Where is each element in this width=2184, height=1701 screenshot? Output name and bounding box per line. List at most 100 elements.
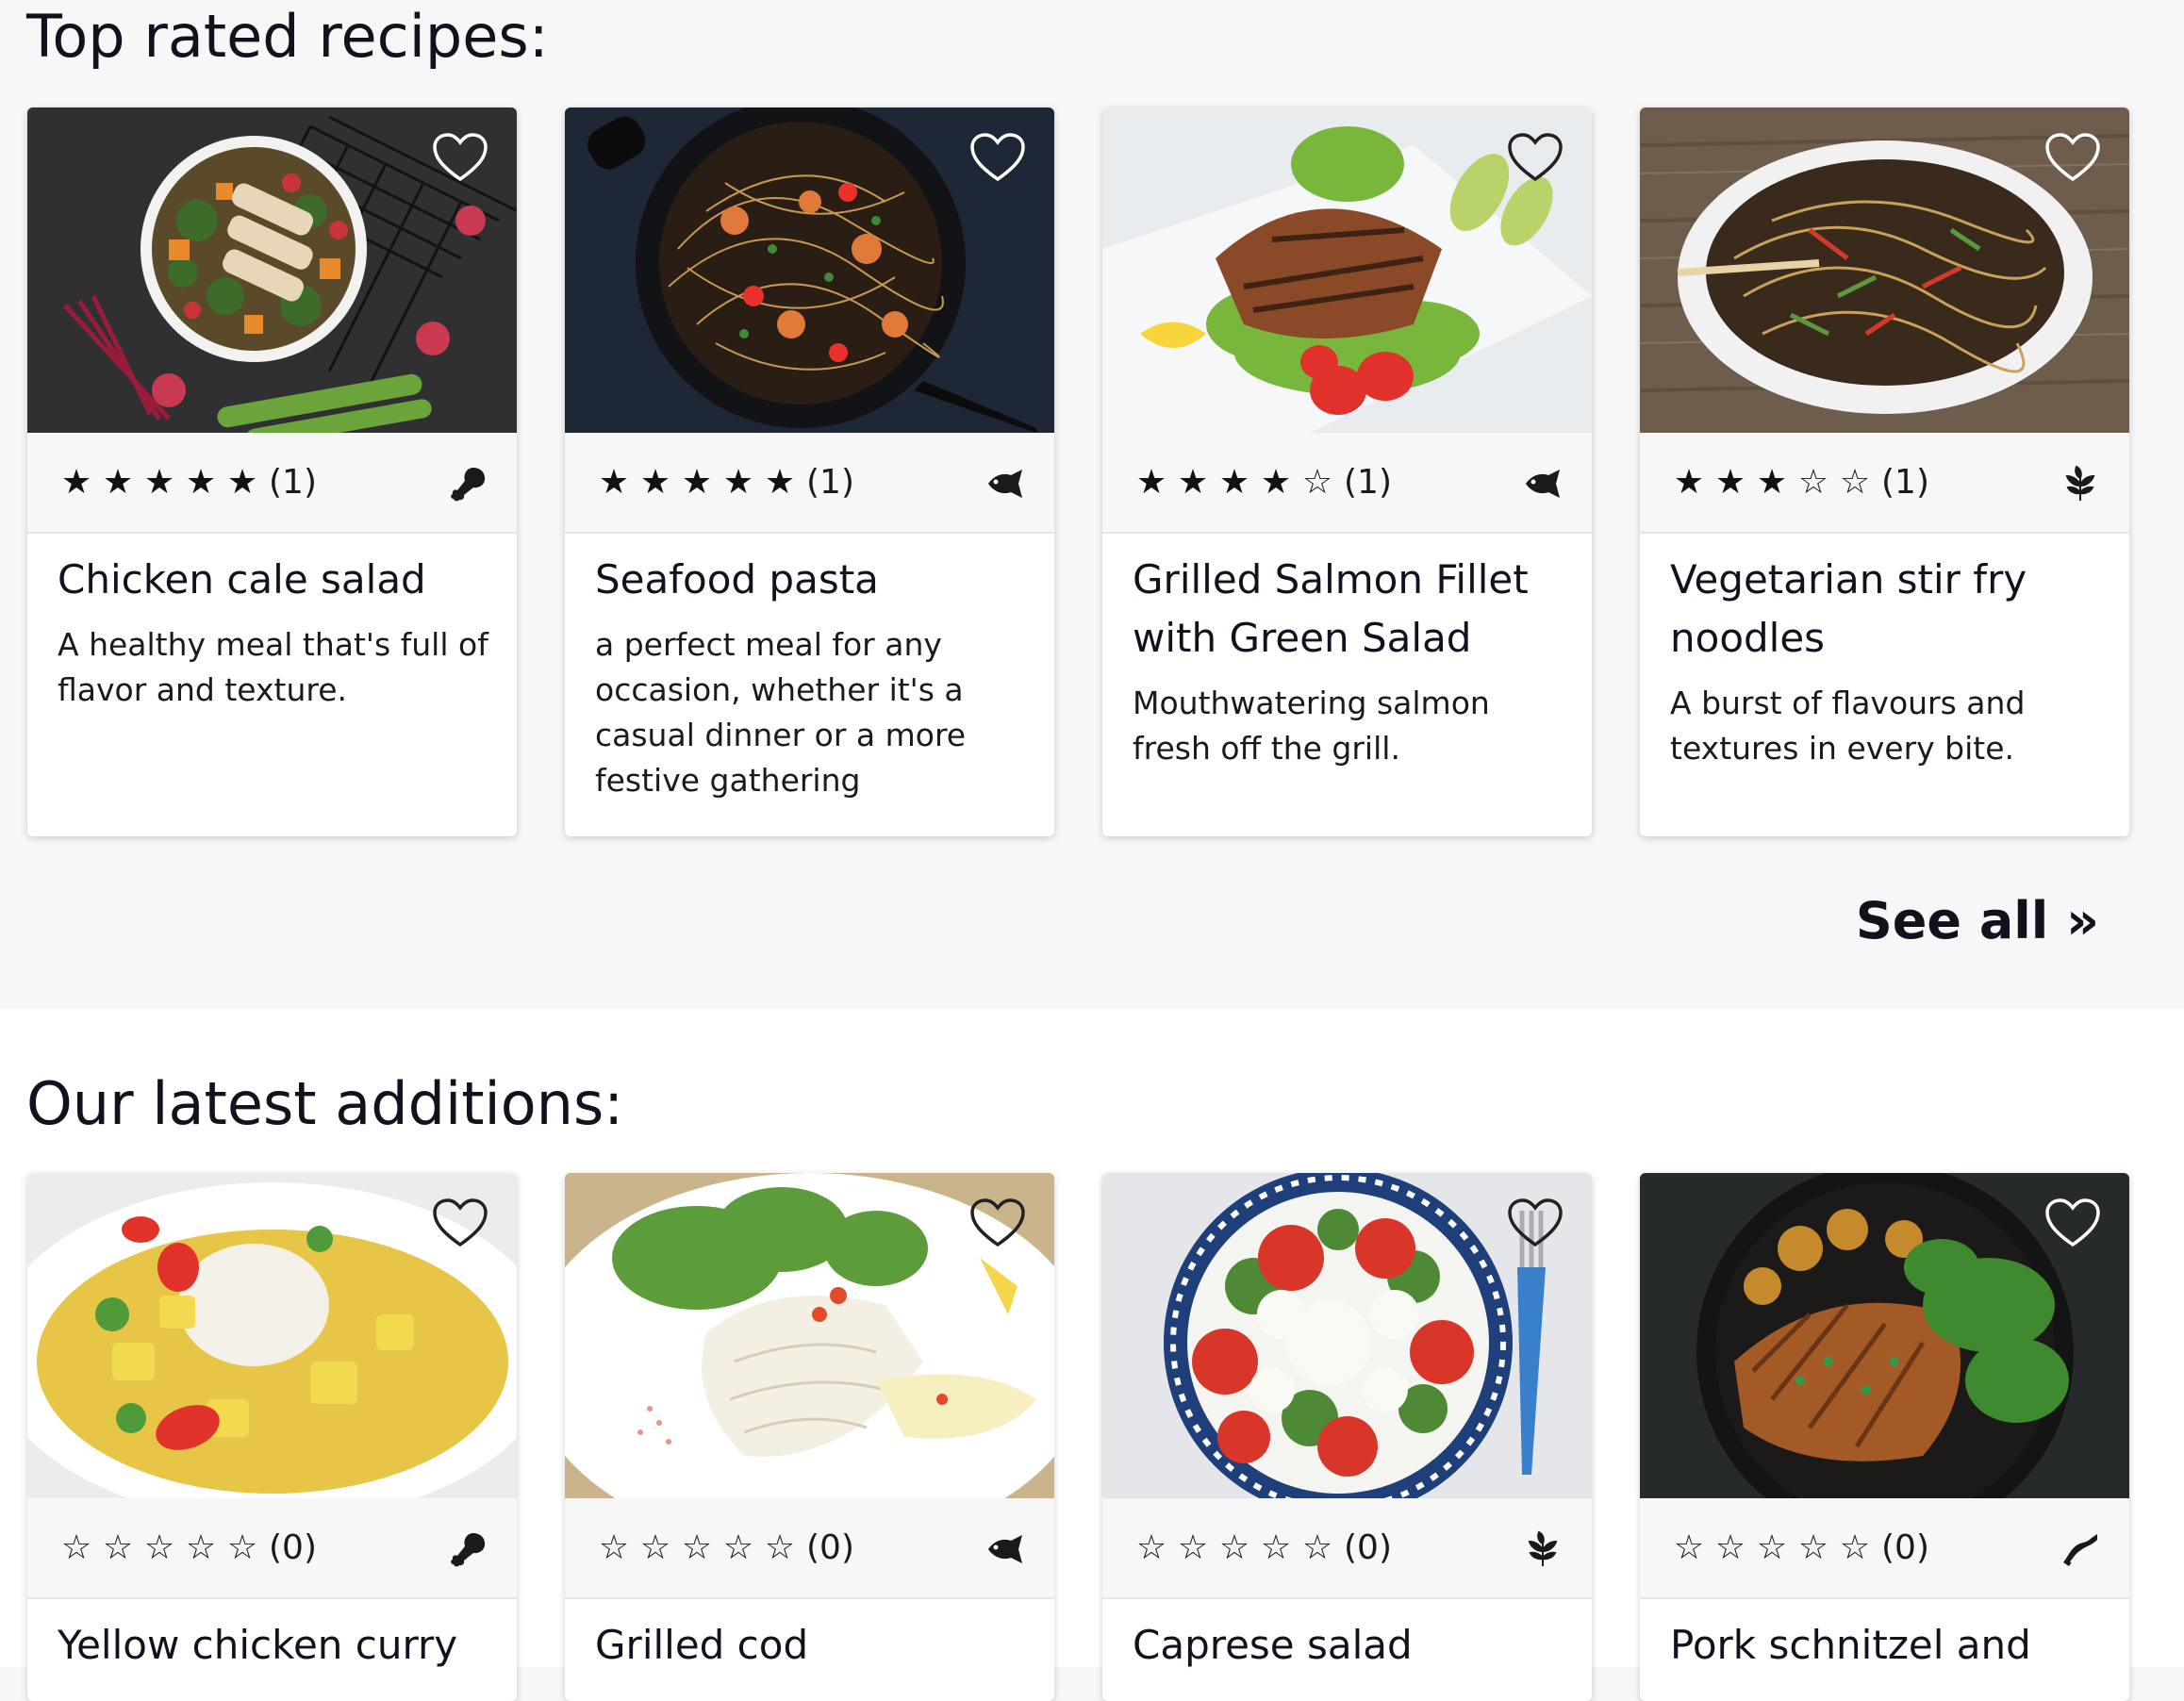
recipe-title[interactable]: Chicken cale salad [58, 551, 491, 609]
star-icon[interactable]: ☆ [1793, 461, 1834, 504]
favorite-button[interactable] [1507, 1197, 1564, 1248]
star-icon[interactable]: ☆ [1710, 1527, 1751, 1570]
recipe-image[interactable] [27, 107, 517, 433]
recipe-image[interactable] [565, 1173, 1054, 1498]
card-body: Chicken cale salad A healthy meal that's… [58, 551, 491, 713]
recipe-card[interactable]: ★ ★ ★ ☆ ☆ (1) Vegetarian stir fry noodle… [1640, 107, 2129, 836]
star-icon[interactable]: ☆ [635, 1527, 676, 1570]
star-icon[interactable]: ★ [759, 461, 801, 504]
favorite-button[interactable] [432, 132, 488, 183]
recipe-card[interactable]: ★ ★ ★ ★ ☆ (1) Grilled Salmon Fillet with… [1102, 107, 1592, 836]
star-icon[interactable]: ☆ [1172, 1527, 1214, 1570]
rating-count: (0) [269, 1528, 317, 1567]
star-icon[interactable]: ☆ [1668, 1527, 1710, 1570]
latest-additions-title: Our latest additions: [26, 1069, 624, 1138]
drumstick-icon [451, 1533, 486, 1567]
star-icon[interactable]: ★ [1131, 461, 1172, 504]
favorite-button[interactable] [969, 132, 1026, 183]
star-icon[interactable]: ☆ [1793, 1527, 1834, 1570]
star-rating[interactable]: ☆ ☆ ☆ ☆ ☆ (0) [56, 1527, 317, 1570]
star-icon[interactable]: ★ [593, 461, 635, 504]
recipe-title[interactable]: Vegetarian stir fry noodles [1670, 551, 2104, 668]
rating-bar: ☆ ☆ ☆ ☆ ☆ (0) [1640, 1498, 2129, 1599]
recipe-title[interactable]: Grilled cod [595, 1616, 1029, 1675]
recipe-title[interactable]: Pork schnitzel and [1670, 1616, 2104, 1675]
star-icon[interactable]: ☆ [180, 1527, 222, 1570]
favorite-button[interactable] [1507, 132, 1564, 183]
star-icon[interactable]: ★ [139, 461, 180, 504]
fish-icon [1526, 470, 1560, 498]
recipe-card[interactable]: ☆ ☆ ☆ ☆ ☆ (0) Caprese salad [1102, 1173, 1592, 1701]
see-all-link[interactable]: See all » [1856, 891, 2099, 950]
star-icon[interactable]: ☆ [1255, 1527, 1297, 1570]
star-rating[interactable]: ☆ ☆ ☆ ☆ ☆ (0) [1668, 1527, 1929, 1570]
recipe-card[interactable]: ★ ★ ★ ★ ★ (1) Chicken cale salad A healt… [27, 107, 517, 836]
rating-bar: ☆ ☆ ☆ ☆ ☆ (0) [565, 1498, 1054, 1599]
card-body: Seafood pasta a perfect meal for any occ… [595, 551, 1029, 803]
star-icon[interactable]: ★ [1172, 461, 1214, 504]
star-icon[interactable]: ☆ [759, 1527, 801, 1570]
recipe-image[interactable] [1102, 107, 1592, 433]
recipe-image[interactable] [1102, 1173, 1592, 1498]
star-icon[interactable]: ☆ [1751, 1527, 1793, 1570]
recipe-description: A healthy meal that's full of flavor and… [58, 626, 488, 708]
star-icon[interactable]: ☆ [1834, 461, 1876, 504]
star-icon[interactable]: ★ [1710, 461, 1751, 504]
top-rated-title: Top rated recipes: [26, 2, 549, 71]
star-rating[interactable]: ☆ ☆ ☆ ☆ ☆ (0) [593, 1527, 854, 1570]
star-icon[interactable]: ★ [1668, 461, 1710, 504]
star-icon[interactable]: ★ [1214, 461, 1255, 504]
star-icon[interactable]: ★ [56, 461, 97, 504]
star-icon[interactable]: ☆ [676, 1527, 718, 1570]
star-icon[interactable]: ★ [180, 461, 222, 504]
recipe-card[interactable]: ☆ ☆ ☆ ☆ ☆ (0) Yellow chicken curry [27, 1173, 517, 1701]
favorite-button[interactable] [2044, 132, 2101, 183]
star-icon[interactable]: ☆ [1214, 1527, 1255, 1570]
star-icon[interactable]: ★ [1255, 461, 1297, 504]
recipe-title[interactable]: Caprese salad [1133, 1616, 1566, 1675]
star-icon[interactable]: ★ [718, 461, 759, 504]
recipe-title[interactable]: Seafood pasta [595, 551, 1029, 609]
star-icon[interactable]: ☆ [97, 1527, 139, 1570]
star-icon[interactable]: ★ [676, 461, 718, 504]
favorite-button[interactable] [2044, 1197, 2101, 1248]
recipe-description: a perfect meal for any occasion, whether… [595, 626, 967, 799]
star-icon[interactable]: ☆ [222, 1527, 263, 1570]
card-body: Grilled Salmon Fillet with Green Salad M… [1133, 551, 1566, 771]
star-rating[interactable]: ★ ★ ★ ★ ☆ (1) [1131, 461, 1392, 504]
star-rating[interactable]: ☆ ☆ ☆ ☆ ☆ (0) [1131, 1527, 1392, 1570]
star-icon[interactable]: ★ [222, 461, 263, 504]
recipe-card[interactable]: ★ ★ ★ ★ ★ (1) Seafood pasta a perfect me… [565, 107, 1054, 836]
star-icon[interactable]: ☆ [1297, 461, 1338, 504]
star-icon[interactable]: ★ [635, 461, 676, 504]
star-icon[interactable]: ☆ [1131, 1527, 1172, 1570]
card-body: Yellow chicken curry [58, 1616, 491, 1675]
heart-icon [2045, 1198, 2100, 1247]
heart-icon [433, 133, 488, 182]
rating-count: (1) [1881, 463, 1929, 502]
recipe-image[interactable] [1640, 1173, 2129, 1498]
star-icon[interactable]: ☆ [1297, 1527, 1338, 1570]
recipe-image[interactable] [1640, 107, 2129, 433]
star-rating[interactable]: ★ ★ ★ ☆ ☆ (1) [1668, 461, 1929, 504]
star-icon[interactable]: ☆ [1834, 1527, 1876, 1570]
recipe-card[interactable]: ☆ ☆ ☆ ☆ ☆ (0) Grilled cod [565, 1173, 1054, 1701]
card-body: Grilled cod [595, 1616, 1029, 1675]
recipe-title[interactable]: Grilled Salmon Fillet with Green Salad [1133, 551, 1566, 668]
star-rating[interactable]: ★ ★ ★ ★ ★ (1) [56, 461, 317, 504]
star-icon[interactable]: ☆ [718, 1527, 759, 1570]
star-icon[interactable]: ☆ [56, 1527, 97, 1570]
favorite-button[interactable] [969, 1197, 1026, 1248]
recipe-image[interactable] [565, 107, 1054, 433]
star-icon[interactable]: ☆ [593, 1527, 635, 1570]
favorite-button[interactable] [432, 1197, 488, 1248]
star-icon[interactable]: ★ [1751, 461, 1793, 504]
star-icon[interactable]: ★ [97, 461, 139, 504]
recipe-card[interactable]: ☆ ☆ ☆ ☆ ☆ (0) Pork schnitzel and [1640, 1173, 2129, 1701]
star-icon[interactable]: ☆ [139, 1527, 180, 1570]
recipe-title[interactable]: Yellow chicken curry [58, 1616, 491, 1675]
rating-count: (0) [1344, 1528, 1392, 1567]
star-rating[interactable]: ★ ★ ★ ★ ★ (1) [593, 461, 854, 504]
rating-bar: ★ ★ ★ ★ ☆ (1) [1102, 433, 1592, 534]
recipe-image[interactable] [27, 1173, 517, 1498]
